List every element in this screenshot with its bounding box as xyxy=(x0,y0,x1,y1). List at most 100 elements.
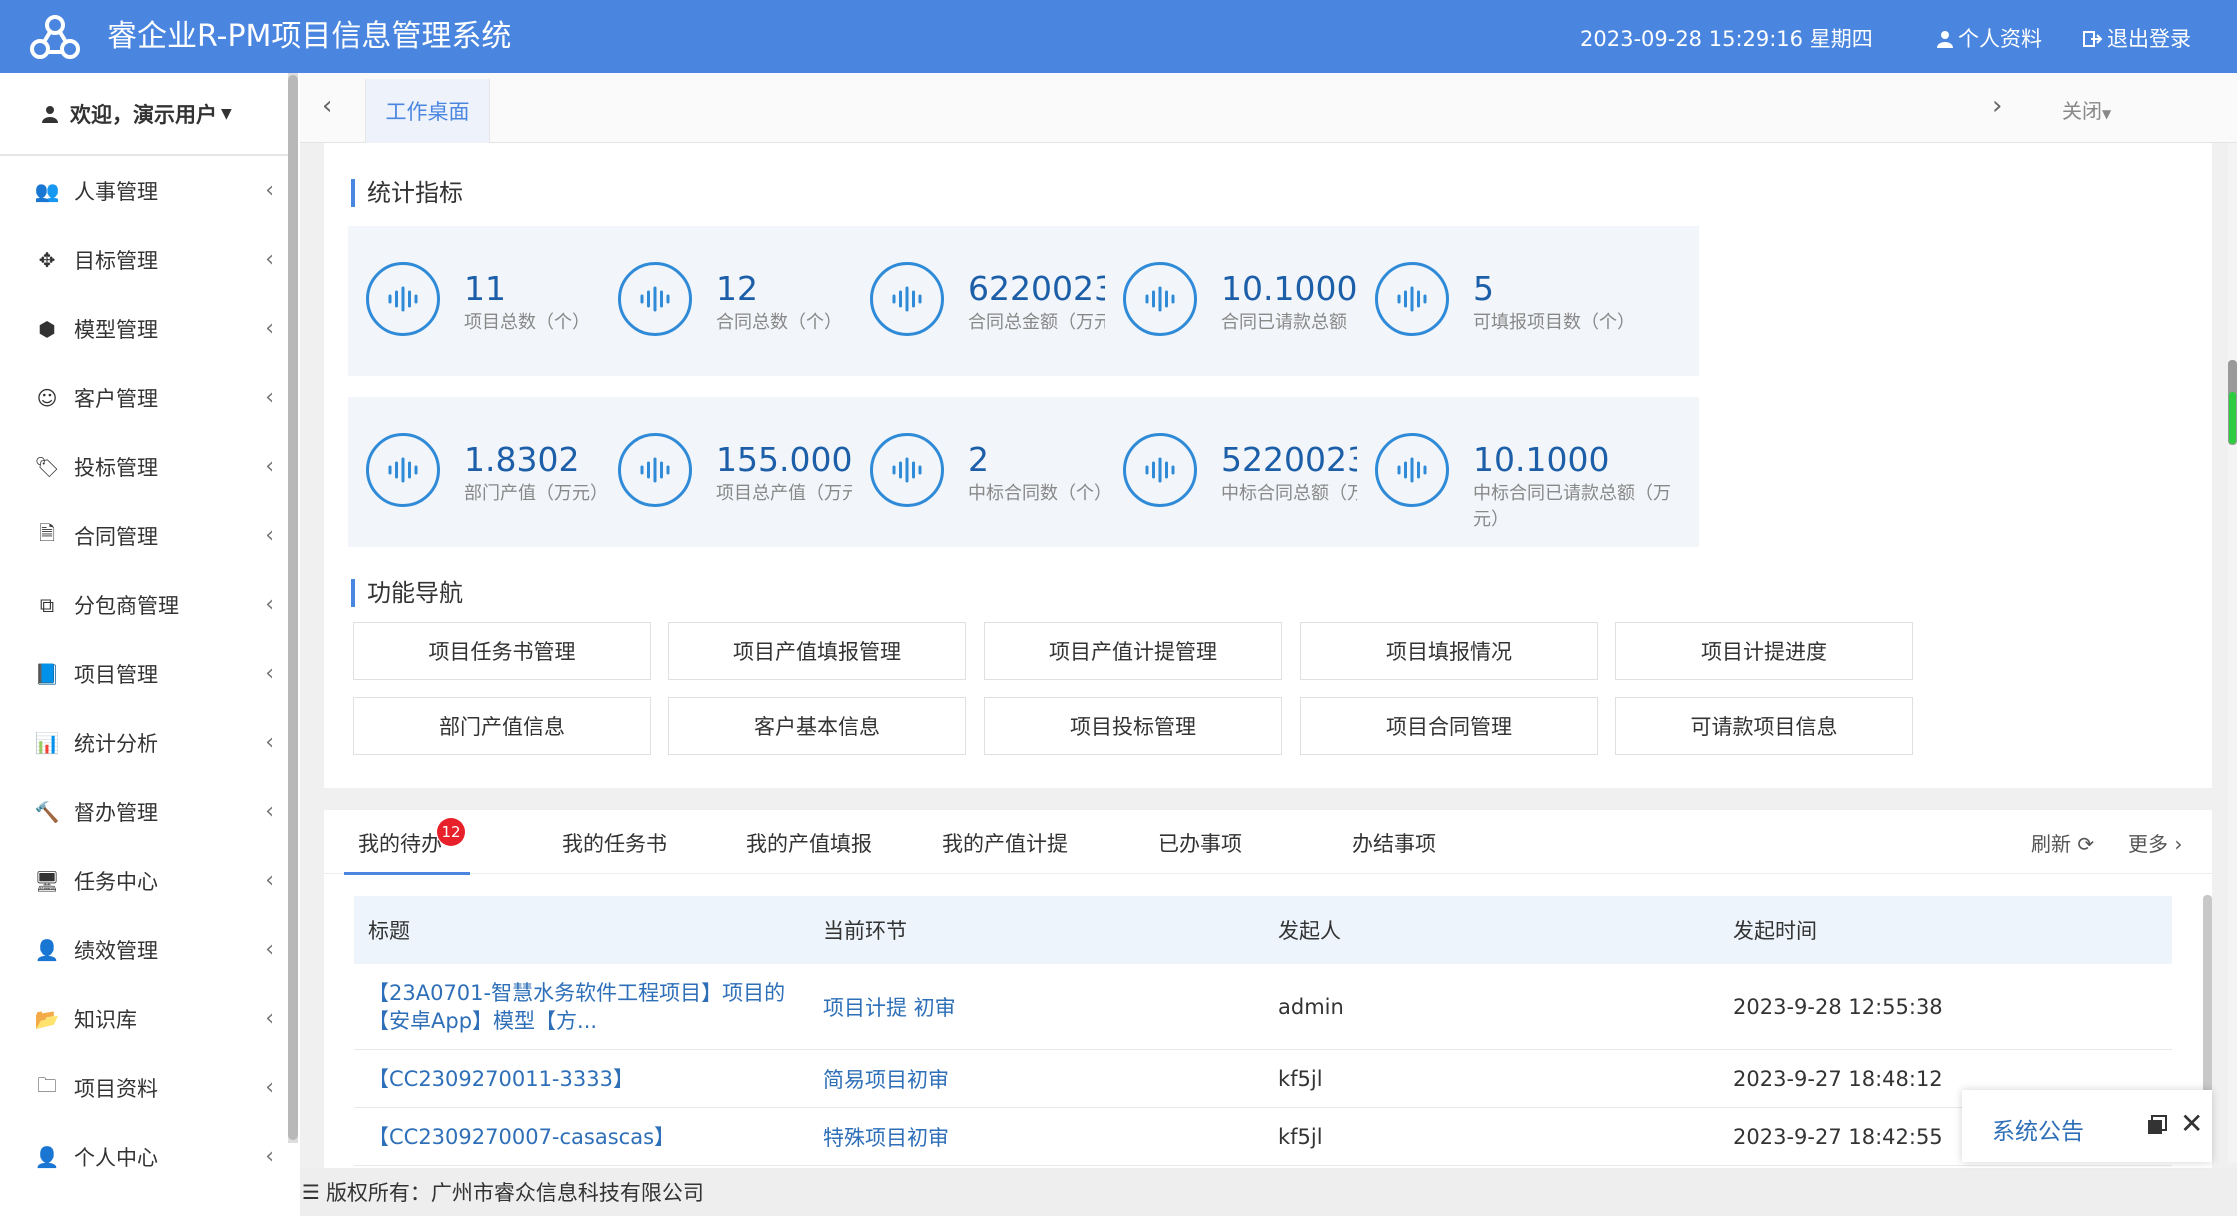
profile-link[interactable]: 个人资料 xyxy=(1936,26,2042,52)
sidebar-item[interactable]: 🏷 投标管理 ‹ xyxy=(0,432,290,501)
sound-wave-icon xyxy=(366,433,440,507)
close-label: 关闭 xyxy=(2062,99,2102,123)
refresh-label: 刷新 xyxy=(2031,832,2071,856)
sidebar-item-label: 合同管理 xyxy=(74,524,158,549)
table-row[interactable]: 【23A0701-智慧水务软件工程项目】项目的【安卓App】模型【方... 项目计… xyxy=(354,964,2172,1050)
stats-section-title: 统计指标 xyxy=(351,179,463,207)
chevron-left-icon: ‹ xyxy=(265,937,274,962)
sidebar-item-label: 投标管理 xyxy=(74,455,158,480)
stat-value: 155.0000 xyxy=(716,440,874,479)
func-nav-button[interactable]: 项目投标管理 xyxy=(984,697,1282,755)
notice-title[interactable]: 系统公告 xyxy=(1992,1112,2084,1146)
chevron-left-icon: ‹ xyxy=(265,178,274,203)
sidebar-item[interactable]: 📘 项目管理 ‹ xyxy=(0,639,290,708)
todo-stage-link[interactable]: 项目计提 初审 xyxy=(809,992,1264,1022)
col-stage-header: 当前环节 xyxy=(823,919,907,943)
copyright-text: 版权所有：广州市睿众信息科技有限公司 xyxy=(325,1181,704,1205)
tab-scroll-right-icon[interactable]: › xyxy=(1992,91,2002,121)
sidebar-item-label: 分包商管理 xyxy=(74,593,179,618)
chevron-left-icon: ‹ xyxy=(265,730,274,755)
sidebar-item-label: 项目资料 xyxy=(74,1076,158,1101)
sidebar-item[interactable]: 📂 知识库 ‹ xyxy=(0,984,290,1053)
sidebar-item[interactable]: ⬢ 模型管理 ‹ xyxy=(0,294,290,363)
logo-icon xyxy=(30,15,80,59)
stat-value: 1.8302 xyxy=(464,440,580,479)
func-nav-button[interactable]: 项目任务书管理 xyxy=(353,622,651,680)
todo-stage-link[interactable]: 特殊项目初审 xyxy=(809,1122,1264,1152)
sidebar-item[interactable]: ☺ 客户管理 ‹ xyxy=(0,363,290,432)
logout-label: 退出登录 xyxy=(2107,27,2191,51)
todo-title-link[interactable]: 【CC2309270007-casascas】 xyxy=(354,1123,809,1151)
tab-done-items[interactable]: 已办事项 xyxy=(1158,828,1242,858)
todo-scrollbar[interactable] xyxy=(2203,895,2212,1095)
sidebar-item[interactable]: 👤 绩效管理 ‹ xyxy=(0,915,290,984)
sidebar-item[interactable]: ⧉ 分包商管理 ‹ xyxy=(0,570,290,639)
func-nav-button[interactable]: 部门产值信息 xyxy=(353,697,651,755)
user-welcome-dropdown[interactable]: 欢迎，演示用户 ▼ xyxy=(0,73,290,156)
user-icon: 👤 xyxy=(34,1144,60,1169)
tab-my-todo[interactable]: 我的待办 12 xyxy=(344,818,470,875)
chevron-left-icon: ‹ xyxy=(265,454,274,479)
sidebar-item[interactable]: 📊 统计分析 ‹ xyxy=(0,708,290,777)
col-time-header: 发起时间 xyxy=(1733,919,1817,943)
func-nav-button[interactable]: 项目产值填报管理 xyxy=(668,622,966,680)
table-row[interactable]: 【CC2309270007-casascas】 特殊项目初审 kf5jl 2023-9… xyxy=(354,1108,2172,1166)
close-tabs-dropdown[interactable]: 关闭▼ xyxy=(2062,95,2111,124)
tab-my-output-accrual[interactable]: 我的产值计提 xyxy=(942,828,1068,858)
sidebar-menu: 👥 人事管理 ‹ ✥ 目标管理 ‹ ⬢ 模型管理 ‹ ☺ 客户管理 ‹ 🏷 投标管理 ‹ 🗎 合同管理 ‹ ⧉ 分包商… xyxy=(0,156,290,1191)
tab-my-task-book[interactable]: 我的任务书 xyxy=(562,828,667,858)
page-scrollbar-track xyxy=(2228,143,2237,1163)
cube-icon: ⬢ xyxy=(38,316,56,341)
copy-icon: ⧉ xyxy=(39,592,55,617)
sidebar-item[interactable]: ✥ 目标管理 ‹ xyxy=(0,225,290,294)
col-title-header: 标题 xyxy=(368,919,410,943)
document-icon: 🗎 xyxy=(38,520,56,545)
restore-window-icon[interactable] xyxy=(2146,1114,2168,1136)
monitor-icon: 🖥 xyxy=(34,868,60,893)
sidebar-scrollbar[interactable] xyxy=(288,75,298,1140)
sidebar-item[interactable]: 🗀 项目资料 ‹ xyxy=(0,1053,290,1122)
refresh-icon: ⟳ xyxy=(2077,832,2095,856)
sound-wave-icon xyxy=(870,262,944,336)
sound-wave-icon xyxy=(1123,433,1197,507)
todo-time: 2023-9-27 18:48:12 xyxy=(1733,1066,1943,1091)
tab-completed-items[interactable]: 办结事项 xyxy=(1352,828,1436,858)
stat-label: 中标合同已请款总额（万元） xyxy=(1473,483,1671,530)
func-nav-button[interactable]: 项目产值计提管理 xyxy=(984,622,1282,680)
table-row[interactable]: 【CC2309270011-3333】 简易项目初审 kf5jl 2023-9-27 … xyxy=(354,1050,2172,1108)
close-icon[interactable]: ✕ xyxy=(2180,1107,2203,1140)
func-nav-button[interactable]: 项目合同管理 xyxy=(1300,697,1598,755)
func-nav-button[interactable]: 客户基本信息 xyxy=(668,697,966,755)
func-nav-button[interactable]: 项目计提进度 xyxy=(1615,622,1913,680)
chevron-left-icon: ‹ xyxy=(265,385,274,410)
sidebar-item-label: 绩效管理 xyxy=(74,938,158,963)
sidebar-item-label: 统计分析 xyxy=(74,731,158,756)
tab-scroll-left-icon[interactable]: ‹ xyxy=(322,91,332,121)
todo-title-link[interactable]: 【CC2309270011-3333】 xyxy=(354,1065,809,1093)
sidebar-item[interactable]: 🔨 督办管理 ‹ xyxy=(0,777,290,846)
sidebar-item[interactable]: 👥 人事管理 ‹ xyxy=(0,156,290,225)
more-button[interactable]: 更多 › xyxy=(2128,828,2182,857)
col-initiator-header: 发起人 xyxy=(1278,919,1341,943)
tab-my-output-report[interactable]: 我的产值填报 xyxy=(746,828,872,858)
todo-title-link[interactable]: 【23A0701-智慧水务软件工程项目】项目的【安卓App】模型【方... xyxy=(354,979,809,1035)
todo-stage-link[interactable]: 简易项目初审 xyxy=(809,1064,1264,1094)
tab-workbench[interactable]: 工作桌面 xyxy=(365,79,490,143)
refresh-button[interactable]: 刷新 ⟳ xyxy=(2031,828,2094,857)
system-notice-popup: 系统公告 ✕ xyxy=(1962,1090,2212,1162)
user-icon xyxy=(1937,31,1953,48)
func-nav-button[interactable]: 可请款项目信息 xyxy=(1615,697,1913,755)
sidebar-item[interactable]: 🖥 任务中心 ‹ xyxy=(0,846,290,915)
logout-link[interactable]: 退出登录 xyxy=(2083,26,2191,52)
caret-down-icon: ▼ xyxy=(221,105,232,122)
todo-time: 2023-9-28 12:55:38 xyxy=(1733,994,1943,1019)
sidebar-item-label: 模型管理 xyxy=(74,317,158,342)
caret-down-icon: ▼ xyxy=(2102,107,2112,121)
todo-initiator: kf5jl xyxy=(1278,1066,1323,1091)
func-nav-button[interactable]: 项目填报情况 xyxy=(1300,622,1598,680)
user-secret-icon: 👤 xyxy=(34,937,60,962)
sidebar-item[interactable]: 👤 个人中心 ‹ xyxy=(0,1122,290,1191)
sidebar-item[interactable]: 🗎 合同管理 ‹ xyxy=(0,501,290,570)
sound-wave-icon xyxy=(1375,262,1449,336)
stat-value: 2 xyxy=(968,440,989,479)
